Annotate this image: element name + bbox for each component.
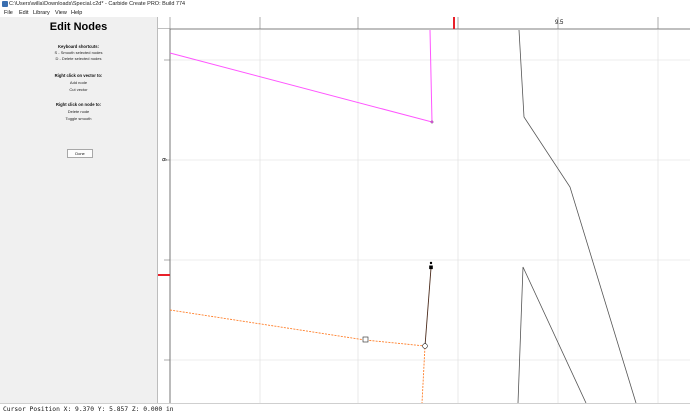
done-button[interactable]: Done xyxy=(67,149,93,158)
vector-node-selected[interactable] xyxy=(422,343,428,349)
left-ruler: 6 xyxy=(158,29,171,403)
edit-nodes-panel: Edit Nodes Keyboard shortcuts: S - Smoot… xyxy=(0,17,158,403)
node-menu-heading: Right click on node to: xyxy=(55,102,102,107)
menu-file[interactable]: File xyxy=(4,9,13,17)
node-toggle-smooth: Toggle smooth xyxy=(65,116,92,121)
shortcut-delete: D - Delete selected nodes xyxy=(55,56,102,61)
top-ruler: 9.5 xyxy=(158,17,690,30)
app-icon xyxy=(2,1,8,7)
panel-title: Edit Nodes xyxy=(49,21,108,33)
shortcuts-heading: Keyboard shortcuts: xyxy=(58,44,99,49)
menu-bar: File Edit Library View Help xyxy=(0,9,690,17)
vector-node-square[interactable] xyxy=(362,336,369,343)
menu-help[interactable]: Help xyxy=(71,9,82,17)
menu-edit[interactable]: Edit xyxy=(19,9,28,17)
magenta-vector-node[interactable] xyxy=(430,120,434,124)
design-canvas[interactable]: 9.5 6 xyxy=(158,17,690,404)
vector-add-node: Add node xyxy=(69,80,88,85)
left-ruler-cursor-marker xyxy=(158,274,170,276)
menu-library[interactable]: Library xyxy=(33,9,50,17)
menu-view[interactable]: View xyxy=(55,9,67,17)
title-bar: C:\Users\willa\Downloads\Special.c2d* - … xyxy=(0,0,690,9)
top-ruler-cursor-marker xyxy=(453,17,455,29)
node-delete: Delete node xyxy=(67,109,90,114)
control-handle-end[interactable] xyxy=(429,261,433,265)
status-bar: Cursor Position X: 9.370 Y: 5.857 Z: 0.0… xyxy=(0,403,690,415)
cursor-position: Cursor Position X: 9.370 Y: 5.857 Z: 0.0… xyxy=(3,406,174,413)
vector-cut: Cut vector xyxy=(69,87,88,92)
shortcut-smooth: S - Smooth selected nodes xyxy=(54,50,103,55)
window-title: C:\Users\willa\Downloads\Special.c2d* - … xyxy=(9,1,186,7)
top-ruler-label: 9.5 xyxy=(555,20,564,26)
vector-menu-heading: Right click on vector to: xyxy=(54,73,103,78)
canvas-svg[interactable]: 9.5 6 xyxy=(158,17,690,404)
control-handle[interactable] xyxy=(429,265,433,270)
